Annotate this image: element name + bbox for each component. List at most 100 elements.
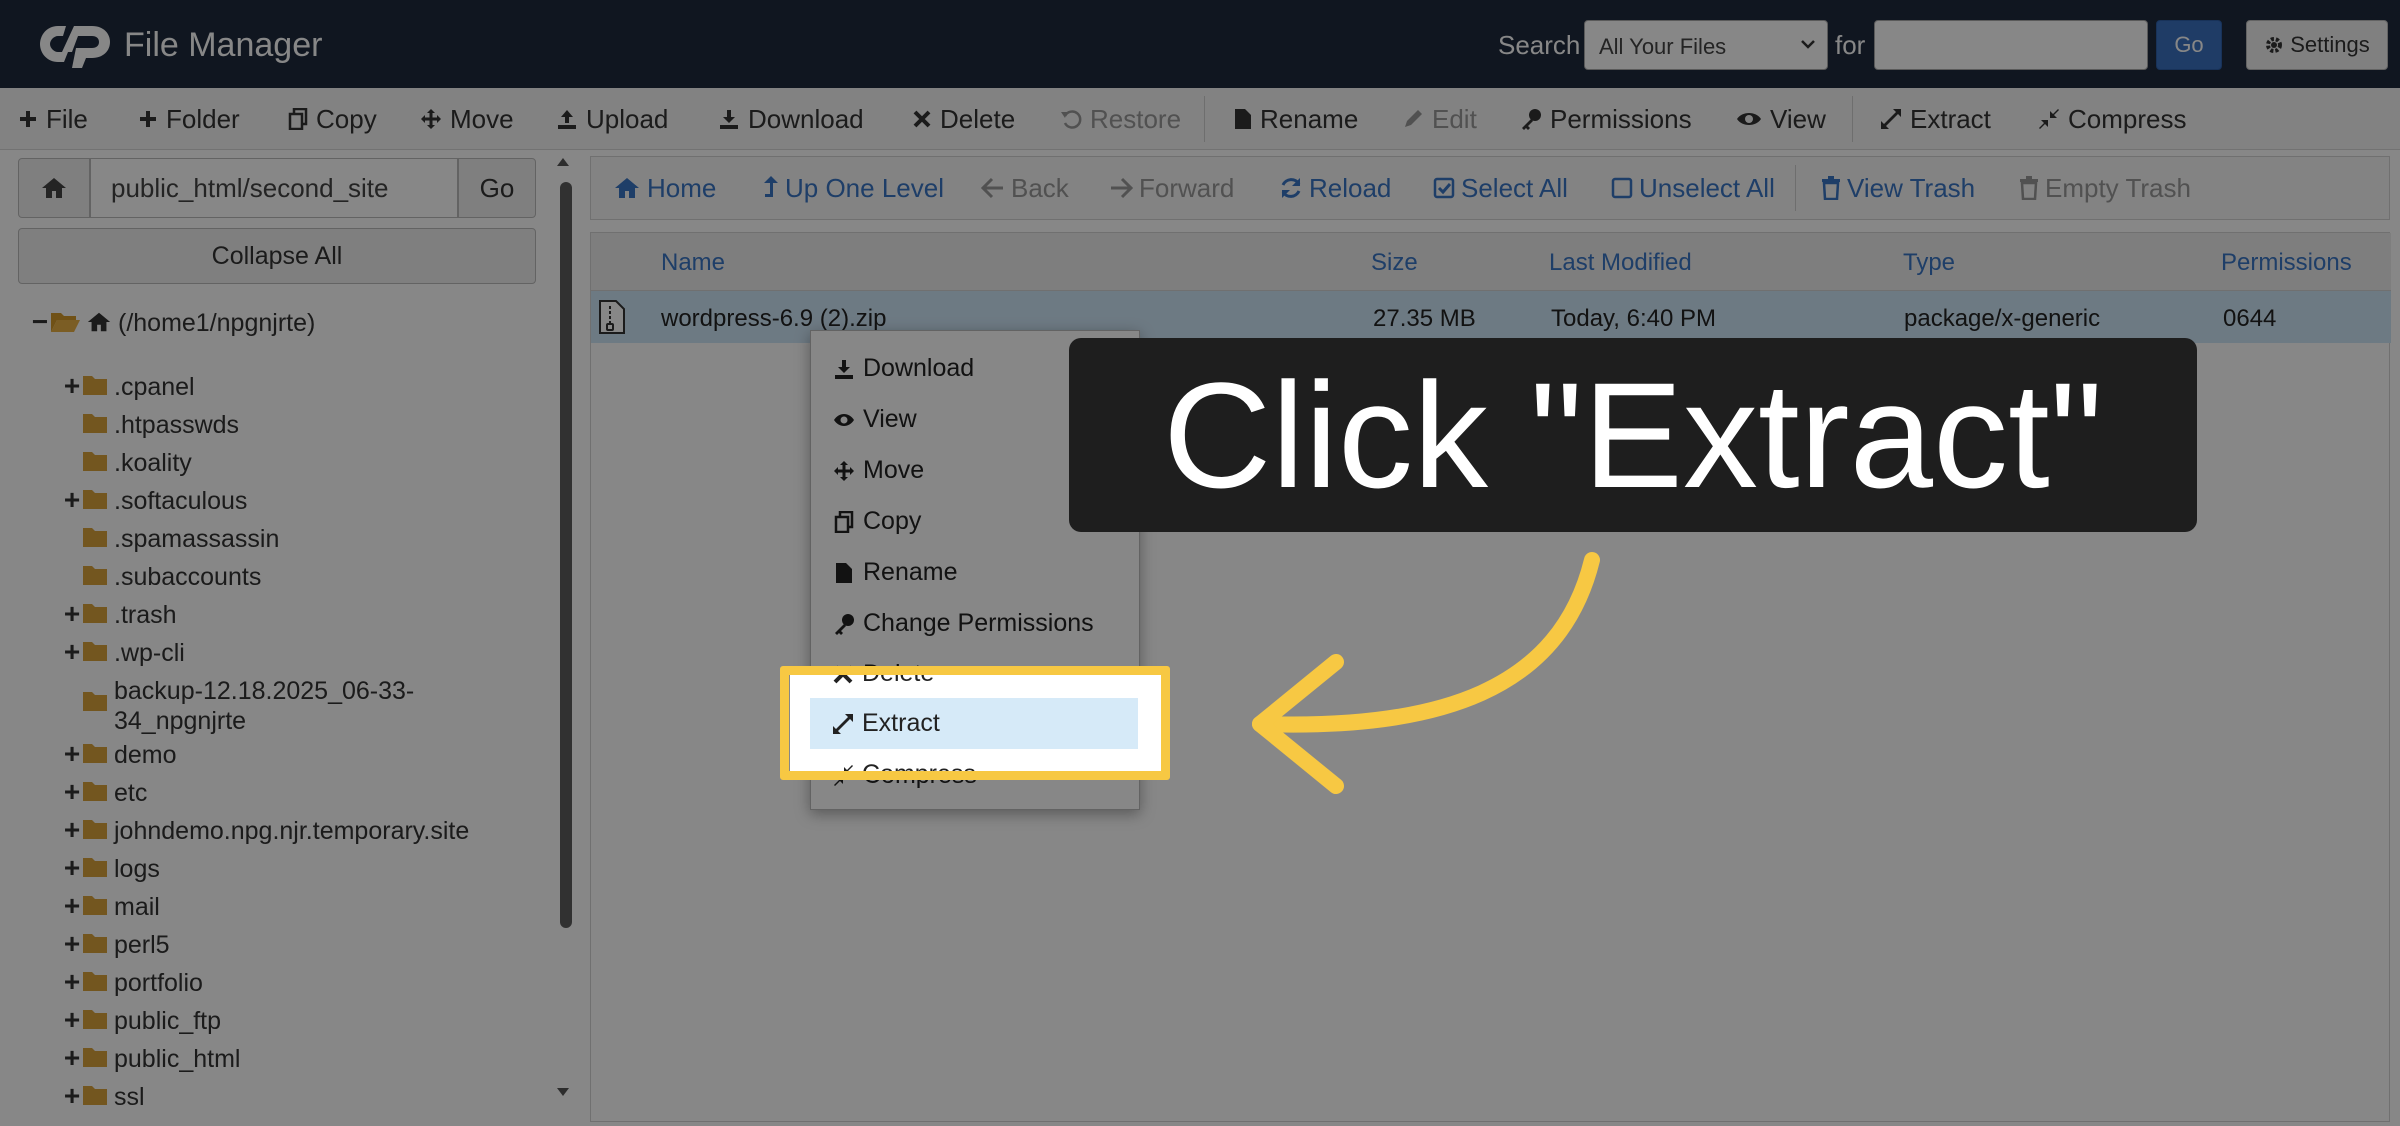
tree-item[interactable]: + .softaculous [62, 486, 248, 516]
folder-icon [83, 490, 107, 509]
delete-button[interactable]: Delete [912, 88, 1015, 150]
edit-button[interactable]: Edit [1402, 88, 1477, 150]
level-up-icon [764, 176, 778, 197]
empty-trash-button[interactable]: Empty Trash [2019, 157, 2191, 219]
copy-button[interactable]: Copy [288, 88, 377, 150]
folder-icon [83, 896, 107, 915]
new-folder-button[interactable]: Folder [138, 88, 240, 150]
tree-item[interactable]: + public_ftp [62, 1006, 221, 1036]
tree-item[interactable]: + demo [62, 740, 177, 770]
toolbar-divider [1852, 96, 1853, 142]
tree-item[interactable]: + .cpanel [62, 372, 195, 402]
download-button[interactable]: Download [718, 88, 864, 150]
path-go-button[interactable]: Go [458, 158, 536, 218]
settings-button[interactable]: Settings [2246, 20, 2388, 70]
tree-item[interactable]: + perl5 [62, 930, 170, 960]
column-header-last-modified[interactable]: Last Modified [1549, 249, 1692, 277]
tree-item-label: .wp-cli [114, 639, 185, 667]
tree-item[interactable]: + ssl [62, 1082, 145, 1112]
expand-toggle-icon[interactable]: + [62, 486, 82, 514]
file-name[interactable]: wordpress-6.9 (2).zip [661, 305, 886, 333]
forward-button[interactable]: Forward [1109, 157, 1234, 219]
tree-item-root[interactable]: − (/home1/npgnjrte) [30, 308, 316, 338]
reload-button[interactable]: Reload [1279, 157, 1391, 219]
expand-toggle-icon[interactable]: + [62, 1006, 82, 1034]
tree-item[interactable]: + public_html [62, 1044, 241, 1074]
tree-item[interactable]: + logs [62, 854, 160, 884]
nav-home-button[interactable]: Home [613, 157, 716, 219]
home-path-button[interactable] [18, 158, 90, 218]
edit-label: Edit [1432, 103, 1477, 134]
menu-item-rename[interactable]: Rename [811, 547, 1139, 598]
tree-item-label: public_html [114, 1045, 241, 1073]
scroll-thumb[interactable] [560, 182, 572, 928]
new-file-button[interactable]: File [18, 88, 88, 150]
compress-button[interactable]: Compress [2038, 88, 2186, 150]
select-all-button[interactable]: Select All [1433, 157, 1568, 219]
folder-icon [83, 566, 107, 585]
permissions-button[interactable]: Permissions [1520, 88, 1692, 150]
expand-toggle-icon[interactable]: + [62, 968, 82, 996]
tree-item[interactable]: .koality [62, 448, 192, 478]
back-label: Back [1011, 172, 1069, 203]
expand-toggle-icon[interactable]: + [62, 638, 82, 666]
back-button[interactable]: Back [981, 157, 1069, 219]
expand-toggle-icon[interactable]: + [62, 372, 82, 400]
menu-item-change-permissions[interactable]: Change Permissions [811, 598, 1139, 649]
upload-button[interactable]: Upload [556, 88, 668, 150]
tree-item[interactable]: .htpasswds [62, 410, 239, 440]
expand-toggle-icon[interactable]: + [62, 930, 82, 958]
folder-icon [83, 692, 107, 711]
tree-item-label: johndemo.npg.njr.temporary.site [114, 817, 470, 845]
collapse-toggle-icon[interactable]: − [30, 308, 50, 336]
path-input[interactable] [90, 158, 458, 218]
move-button[interactable]: Move [420, 88, 514, 150]
tree-item[interactable]: + mail [62, 892, 160, 922]
folder-icon [83, 1086, 107, 1105]
column-header-type[interactable]: Type [1903, 249, 1955, 277]
unselect-all-button[interactable]: Unselect All [1611, 157, 1775, 219]
tree-item[interactable]: + etc [62, 778, 148, 808]
rename-label: Rename [1260, 103, 1359, 134]
for-label: for [1835, 30, 1866, 60]
expand-toggle-icon[interactable]: + [62, 892, 82, 920]
view-trash-label: View Trash [1847, 172, 1976, 203]
toolbar-divider [1204, 96, 1205, 142]
collapse-all-button[interactable]: Collapse All [18, 228, 536, 284]
column-header-permissions[interactable]: Permissions [2221, 249, 2352, 277]
expand-toggle-icon[interactable]: + [62, 740, 82, 768]
search-scope-select[interactable]: All Your Files [1584, 20, 1828, 70]
tree-item[interactable]: + portfolio [62, 968, 203, 998]
tree-item[interactable]: .spamassassin [62, 524, 279, 554]
expand-toggle-icon[interactable]: + [62, 1044, 82, 1072]
tree-item-label: .koality [114, 449, 192, 477]
expand-toggle-icon[interactable]: + [62, 600, 82, 628]
folder-icon [83, 604, 107, 623]
restore-button[interactable]: Restore [1060, 88, 1181, 150]
view-trash-button[interactable]: View Trash [1821, 157, 1975, 219]
expand-toggle-icon[interactable]: + [62, 1082, 82, 1110]
column-header-size[interactable]: Size [1371, 249, 1418, 277]
up-one-level-button[interactable]: Up One Level [763, 157, 944, 219]
expand-toggle-icon[interactable]: + [62, 816, 82, 844]
menu-item-label: View [863, 405, 917, 433]
tree-item-label: .softaculous [114, 487, 248, 515]
download-icon [720, 110, 738, 129]
compress-label: Compress [2068, 103, 2187, 134]
curved-arrow-icon [1252, 552, 1600, 794]
expand-toggle-icon[interactable]: + [62, 854, 82, 882]
extract-button[interactable]: Extract [1880, 88, 1991, 150]
expand-toggle-icon[interactable]: + [62, 778, 82, 806]
tree-item[interactable]: .subaccounts [62, 562, 261, 592]
menu-item-label: Move [863, 456, 925, 484]
search-go-button[interactable]: Go [2156, 20, 2222, 70]
rename-button[interactable]: Rename [1234, 88, 1358, 150]
column-header-name[interactable]: Name [661, 249, 725, 277]
tree-item[interactable]: + .wp-cli [62, 638, 185, 668]
view-button[interactable]: View [1736, 88, 1826, 150]
tree-item[interactable]: + .trash [62, 600, 177, 630]
tree-item[interactable]: backup-12.18.2025_06-33- 34_npgnjrte [62, 676, 414, 736]
tree-item[interactable]: + johndemo.npg.njr.temporary.site [62, 816, 469, 846]
permissions-label: Permissions [1550, 103, 1692, 134]
search-input[interactable] [1874, 20, 2148, 70]
